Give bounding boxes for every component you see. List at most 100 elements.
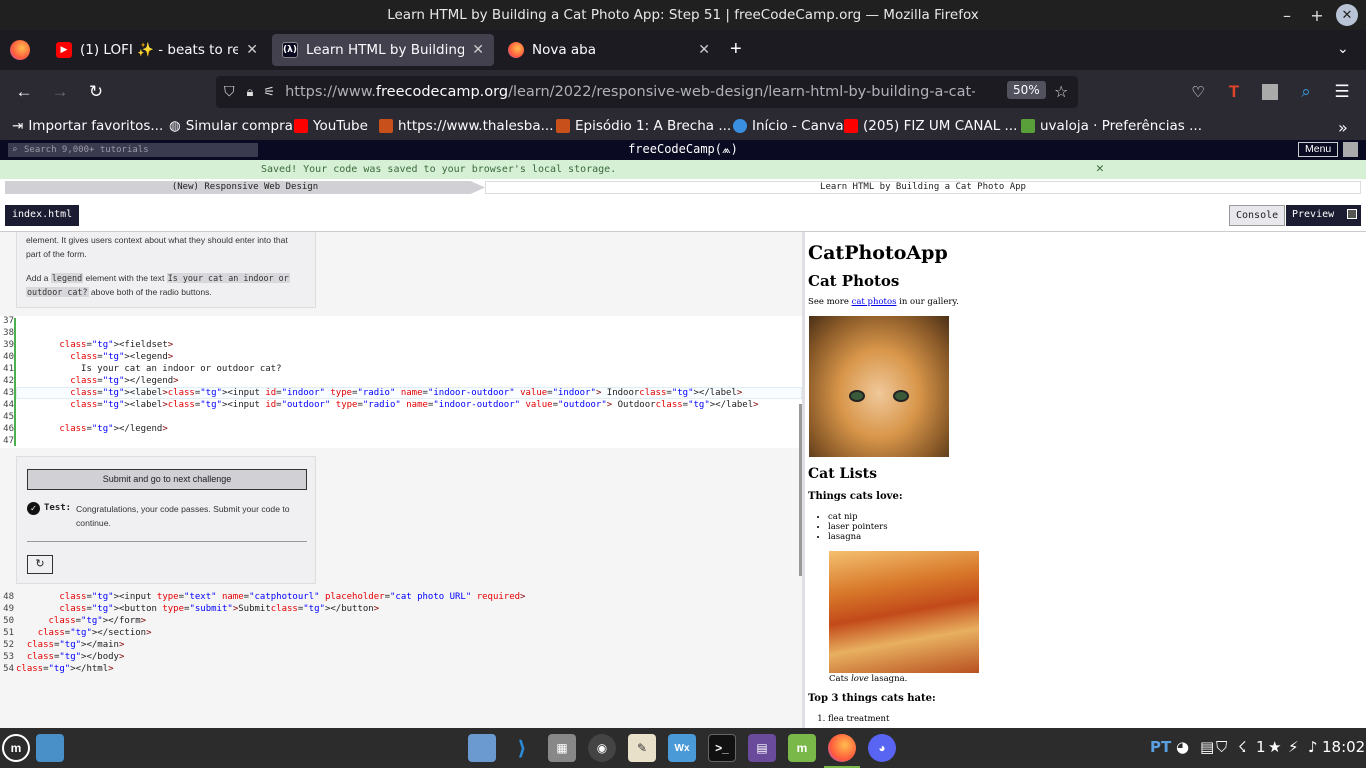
vscode-icon[interactable]: ⟩ [508, 734, 536, 762]
console-button[interactable]: Console [1229, 205, 1286, 226]
webcam-icon[interactable]: ◉ [588, 734, 616, 762]
new-tab-icon[interactable]: + [730, 38, 742, 61]
calculator-icon[interactable]: ▦ [548, 734, 576, 762]
youtube-icon [844, 119, 858, 133]
line-number: 40 [3, 352, 14, 362]
show-desktop-icon[interactable] [36, 734, 64, 762]
code-line[interactable]: class="tg"><fieldset> [16, 340, 173, 350]
keyboard-layout[interactable]: PT [1150, 738, 1171, 756]
more-bookmarks-icon[interactable]: » [1338, 118, 1348, 137]
hamburger-menu-icon[interactable]: ☰ [1328, 78, 1356, 106]
discord-icon[interactable]: ◕ [868, 734, 896, 762]
bookmark-item[interactable]: uvaloja · Preferências ... [1021, 118, 1202, 134]
clipboard-tray-icon[interactable]: ▤ [1200, 738, 1214, 756]
terminal-icon[interactable]: >_ [708, 734, 736, 762]
bookmark-item[interactable]: (205) FIZ UM CANAL ... [844, 118, 1017, 134]
tab-youtube[interactable]: ▶ (1) LOFI ✨ - beats to relax - ✕ [46, 34, 268, 66]
bookmark-item[interactable]: ◍ Simular compra [169, 118, 293, 134]
url-text[interactable]: https://www.freecodecamp.org/learn/2022/… [285, 84, 975, 100]
code-line[interactable]: class="tg"></main> [16, 640, 125, 650]
code-line[interactable]: class="tg"></legend> [16, 376, 178, 386]
lock-icon[interactable]: 🔒︎ [247, 85, 254, 100]
popout-icon [1347, 209, 1357, 219]
minimize-icon[interactable]: – [1276, 4, 1298, 26]
code-line[interactable]: Is your cat an indoor or outdoor cat? [16, 364, 282, 374]
code-line[interactable]: class="tg"></section> [16, 628, 152, 638]
shield-icon[interactable]: ⛉ [224, 84, 235, 100]
extension-t-icon[interactable]: T [1220, 78, 1248, 106]
wxmaxima-icon[interactable]: Wx [668, 734, 696, 762]
code-line[interactable]: class="tg"><button type="submit">Submitc… [16, 604, 379, 614]
bookmark-item[interactable]: YouTube [294, 118, 368, 134]
breadcrumb-superblock[interactable]: (New) Responsive Web Design [5, 181, 485, 194]
bookmark-star-icon[interactable]: ☆ [1054, 82, 1068, 101]
line-number: 46 [3, 424, 14, 434]
code-line[interactable]: class="tg"></legend> [16, 424, 167, 434]
menu-button[interactable]: Menu [1298, 142, 1339, 157]
line-number: 44 [3, 400, 14, 410]
close-tab-icon[interactable]: ✕ [472, 42, 484, 58]
mint-update-icon[interactable]: m [788, 734, 816, 762]
extension-search-icon[interactable]: ⌕ [1292, 78, 1320, 106]
tab-label: Nova aba [532, 42, 597, 58]
shield-tray-icon[interactable]: ⛉ [1216, 738, 1227, 756]
code-line[interactable]: class="tg"></form> [16, 616, 147, 626]
bookmark-item[interactable]: Início - Canva [733, 118, 844, 134]
discord-tray-icon[interactable]: ◕ [1176, 738, 1189, 756]
submit-button[interactable]: Submit and go to next challenge [27, 469, 307, 490]
firefox-taskbar-icon[interactable] [828, 734, 856, 762]
media-icon[interactable]: ▤ [748, 734, 776, 762]
network-icon[interactable]: ⚡ [1288, 738, 1299, 756]
zoom-level[interactable]: 50% [1007, 81, 1046, 99]
avatar[interactable] [1343, 142, 1358, 157]
code-line[interactable]: class="tg"><legend> [16, 352, 173, 362]
permissions-icon[interactable]: ⚟ [263, 85, 275, 100]
bookmark-item[interactable]: https://www.thalesba... [379, 118, 554, 134]
bookmark-item[interactable]: ⇥ Importar favoritos... [12, 118, 163, 134]
battery-count: 1 [1256, 738, 1266, 756]
forward-icon[interactable]: → [46, 78, 74, 106]
close-window-icon[interactable]: ✕ [1336, 4, 1358, 26]
cat-photos-link[interactable]: cat photos [852, 297, 897, 307]
code-line[interactable]: class="tg"><label>class="tg"><input id="… [16, 400, 758, 410]
notification-icon[interactable]: ☇ [1238, 738, 1247, 756]
reset-icon[interactable]: ↻ [27, 555, 53, 574]
mint-menu-icon[interactable]: m [2, 734, 30, 762]
maximize-icon[interactable]: + [1306, 4, 1328, 26]
back-icon[interactable]: ← [10, 78, 38, 106]
instruction-text: outdoor cat? above both of the radio but… [26, 287, 212, 297]
firefox-view-icon[interactable] [10, 40, 30, 60]
line-number: 45 [3, 412, 14, 422]
code-editor-top[interactable]: 37 38 39 class="tg"><fieldset> 40 class="tg… [0, 316, 802, 448]
clock[interactable]: 18:02 [1322, 738, 1365, 756]
code-line[interactable]: class="tg"><input type="text" name="catp… [16, 592, 525, 602]
code-line[interactable]: class="tg"><label>class="tg"><input id="… [16, 388, 742, 398]
pocket-icon[interactable]: ♡ [1184, 78, 1212, 106]
close-tab-icon[interactable]: ✕ [698, 42, 710, 58]
code-editor-bottom[interactable]: 48 class="tg"><input type="text" name="c… [0, 592, 802, 682]
file-tab-index[interactable]: index.html [5, 205, 80, 226]
tab-freecodecamp[interactable]: (λ) Learn HTML by Building a Ca ✕ [272, 34, 494, 66]
line-number: 41 [3, 364, 14, 374]
preview-button[interactable]: Preview [1286, 205, 1361, 226]
line-number: 37 [3, 316, 14, 326]
fcc-logo[interactable]: freeCodeCamp(⩕) [0, 142, 1366, 157]
text-editor-icon[interactable]: ✎ [628, 734, 656, 762]
code-line[interactable]: class="tg"></body> [16, 652, 125, 662]
extension-photo-icon[interactable] [1256, 78, 1284, 106]
preview-pane: CatPhotoApp Cat Photos See more cat phot… [805, 232, 1366, 728]
bookmark-item[interactable]: Episódio 1: A Brecha ... [556, 118, 731, 134]
files-icon[interactable] [468, 734, 496, 762]
reload-icon[interactable]: ↻ [82, 78, 110, 106]
star-tray-icon[interactable]: ★ [1268, 738, 1281, 756]
tab-nova-aba[interactable]: Nova aba ✕ [498, 34, 720, 66]
breadcrumb-block[interactable]: Learn HTML by Building a Cat Photo App [485, 181, 1361, 194]
volume-icon[interactable]: ♪ [1308, 738, 1318, 756]
close-tab-icon[interactable]: ✕ [246, 42, 258, 58]
url-bar[interactable]: ⛉ 🔒︎ ⚟ https://www.freecodecamp.org/lear… [216, 76, 1078, 108]
love-list: cat nip laser pointers lasagna [828, 512, 888, 542]
cat-image[interactable] [809, 316, 949, 457]
close-alert-icon[interactable]: ✕ [1096, 161, 1104, 176]
code-line[interactable]: class="tg"></html> [16, 664, 114, 674]
list-tabs-icon[interactable]: ⌄ [1337, 40, 1349, 57]
